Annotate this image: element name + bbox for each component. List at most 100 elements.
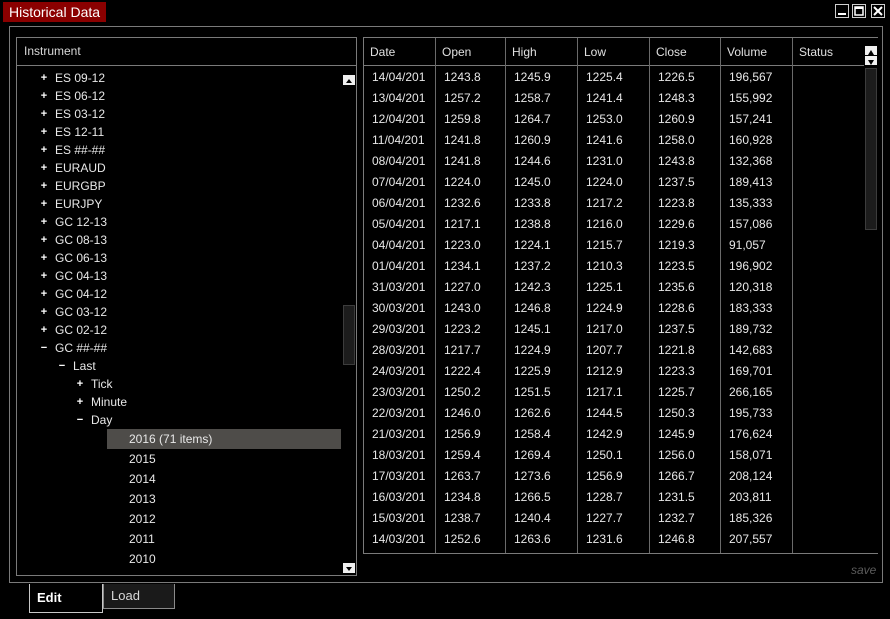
expand-icon[interactable]: + [39, 141, 49, 159]
table-row[interactable]: 08/04/201 1241.8 1244.6 1231.0 1243.8 132,368 [364, 151, 864, 172]
column-header-close[interactable]: Close [650, 38, 721, 66]
table-row[interactable]: 13/04/201 1257.2 1258.7 1241.4 1248.3 155,992 [364, 88, 864, 109]
table-row[interactable]: 12/04/201 1259.8 1264.7 1253.0 1260.9 157,241 [364, 109, 864, 130]
table-row[interactable]: 06/04/201 1232.6 1233.8 1217.2 1223.8 135,333 [364, 193, 864, 214]
table-row[interactable]: 15/03/201 1238.7 1240.4 1227.7 1232.7 185,326 [364, 508, 864, 529]
tree-item[interactable]: + EURAUD [17, 159, 342, 177]
expand-icon[interactable]: + [39, 87, 49, 105]
column-header-status[interactable]: Status [793, 38, 864, 66]
expand-icon[interactable]: + [75, 375, 85, 393]
table-row[interactable]: 21/03/201 1256.9 1258.4 1242.9 1245.9 176,624 [364, 424, 864, 445]
table-row[interactable]: 14/04/201 1243.8 1245.9 1225.4 1226.5 196,567 [364, 67, 864, 88]
column-header-low[interactable]: Low [578, 38, 650, 66]
tree-item[interactable]: + EURGBP [17, 177, 342, 195]
tree-item[interactable]: + ES 09-12 [17, 69, 342, 87]
table-row[interactable]: 17/03/201 1263.7 1273.6 1256.9 1266.7 208,124 [364, 466, 864, 487]
tree-item[interactable]: + ES 06-12 [17, 87, 342, 105]
tree-item[interactable]: + EURJPY [17, 195, 342, 213]
table-row[interactable]: 24/03/201 1222.4 1225.9 1212.9 1223.3 169,701 [364, 361, 864, 382]
table-row[interactable]: 28/03/201 1217.7 1224.9 1207.7 1221.8 142,683 [364, 340, 864, 361]
tree-year-item[interactable]: 2012 [17, 509, 342, 529]
expand-icon[interactable]: + [39, 267, 49, 285]
expand-icon[interactable]: + [39, 159, 49, 177]
tree-item[interactable]: + GC 04-13 [17, 267, 342, 285]
tree-year-item[interactable]: 2015 [17, 449, 342, 469]
tree-item[interactable]: − Last [17, 357, 342, 375]
tab-load[interactable]: Load [103, 584, 175, 609]
expand-icon[interactable]: + [39, 285, 49, 303]
scroll-up-arrow[interactable] [343, 75, 355, 85]
scroll-thumb[interactable] [343, 305, 355, 365]
tree-item[interactable]: + GC 08-13 [17, 231, 342, 249]
cell-volume: 189,413 [729, 175, 773, 189]
tab-edit[interactable]: Edit [29, 584, 103, 613]
expand-icon[interactable]: + [39, 123, 49, 141]
expand-icon[interactable]: + [39, 231, 49, 249]
maximize-button[interactable] [852, 4, 866, 18]
tree-item[interactable]: + GC 04-12 [17, 285, 342, 303]
cell-date: 28/03/201 [372, 343, 426, 357]
column-header-volume[interactable]: Volume [721, 38, 793, 66]
expand-icon[interactable]: + [39, 195, 49, 213]
expand-icon[interactable]: + [39, 249, 49, 267]
tree-item[interactable]: − Day [17, 411, 342, 429]
tree-scrollbar[interactable] [342, 73, 356, 575]
table-row[interactable]: 16/03/201 1234.8 1266.5 1228.7 1231.5 203,811 [364, 487, 864, 508]
tree-item[interactable]: + GC 06-13 [17, 249, 342, 267]
grid-scroll-thumb[interactable] [865, 68, 877, 230]
minimize-button[interactable] [835, 4, 849, 18]
table-row[interactable]: 04/04/201 1223.0 1224.1 1215.7 1219.3 91,057 [364, 235, 864, 256]
tree-item[interactable]: + ES 03-12 [17, 105, 342, 123]
tree-year-item[interactable]: 2011 [17, 529, 342, 549]
tree-year-item[interactable]: 2010 [17, 549, 342, 569]
grid-scroll-up-arrow[interactable] [865, 46, 877, 55]
tree-item[interactable]: + ES 12-11 [17, 123, 342, 141]
close-button[interactable] [871, 4, 885, 18]
collapse-icon[interactable]: − [57, 357, 67, 375]
expand-icon[interactable]: + [75, 393, 85, 411]
cell-volume: 183,333 [729, 301, 773, 315]
expand-icon[interactable]: + [39, 69, 49, 87]
tree-item[interactable]: + ES ##-## [17, 141, 342, 159]
expand-icon[interactable]: + [39, 105, 49, 123]
tree-item[interactable]: + GC 12-13 [17, 213, 342, 231]
grid-scroll-down-arrow[interactable] [865, 56, 877, 65]
expand-icon[interactable]: + [39, 177, 49, 195]
tree-year-item[interactable]: 2014 [17, 469, 342, 489]
table-row[interactable]: 14/03/201 1252.6 1263.6 1231.6 1246.8 207,557 [364, 529, 864, 550]
collapse-icon[interactable]: − [75, 411, 85, 429]
collapse-icon[interactable]: − [39, 339, 49, 357]
save-link[interactable]: save [851, 563, 876, 577]
table-row[interactable]: 05/04/201 1217.1 1238.8 1216.0 1229.6 157,086 [364, 214, 864, 235]
table-row[interactable]: 18/03/201 1259.4 1269.4 1250.1 1256.0 158,071 [364, 445, 864, 466]
tree-item[interactable]: + GC 02-12 [17, 321, 342, 339]
expand-icon[interactable]: + [39, 303, 49, 321]
table-row[interactable]: 30/03/201 1243.0 1246.8 1224.9 1228.6 183,333 [364, 298, 864, 319]
tree-item[interactable]: + GC 03-12 [17, 303, 342, 321]
tree-year-item[interactable]: 2013 [17, 489, 342, 509]
tree-year-item-selected[interactable]: 2016 (71 items) [17, 429, 342, 449]
scroll-down-arrow[interactable] [343, 563, 355, 573]
grid-body[interactable]: 14/04/201 1243.8 1245.9 1225.4 1226.5 196,567… [364, 67, 864, 553]
tree-item[interactable]: − GC ##-## [17, 339, 342, 357]
expand-icon[interactable]: + [39, 321, 49, 339]
cell-open: 1224.0 [444, 175, 481, 189]
tree-item[interactable]: + Minute [17, 393, 342, 411]
tree-item[interactable]: + Tick [17, 375, 342, 393]
table-row[interactable]: 31/03/201 1227.0 1242.3 1225.1 1235.6 120,318 [364, 277, 864, 298]
cell-date: 13/04/201 [372, 91, 426, 105]
table-row[interactable]: 23/03/201 1250.2 1251.5 1217.1 1225.7 266,165 [364, 382, 864, 403]
table-row[interactable]: 22/03/201 1246.0 1262.6 1244.5 1250.3 195,733 [364, 403, 864, 424]
table-row[interactable]: 11/04/201 1241.8 1260.9 1241.6 1258.0 160,928 [364, 130, 864, 151]
table-row[interactable]: 07/04/201 1224.0 1245.0 1224.0 1237.5 189,413 [364, 172, 864, 193]
instrument-tree[interactable]: + ES 09-12 + ES 06-12 + ES 03-12 + ES 12-11 + ES … [17, 67, 342, 575]
expand-icon[interactable]: + [39, 213, 49, 231]
grid-scrollbar[interactable] [864, 38, 878, 553]
tree-item-label: EURGBP [55, 179, 106, 193]
table-row[interactable]: 29/03/201 1223.2 1245.1 1217.0 1237.5 189,732 [364, 319, 864, 340]
cell-volume: 266,165 [729, 385, 773, 399]
table-row[interactable]: 01/04/201 1234.1 1237.2 1210.3 1223.5 196,902 [364, 256, 864, 277]
column-header-date[interactable]: Date [364, 38, 436, 66]
column-header-high[interactable]: High [506, 38, 578, 66]
column-header-open[interactable]: Open [436, 38, 506, 66]
